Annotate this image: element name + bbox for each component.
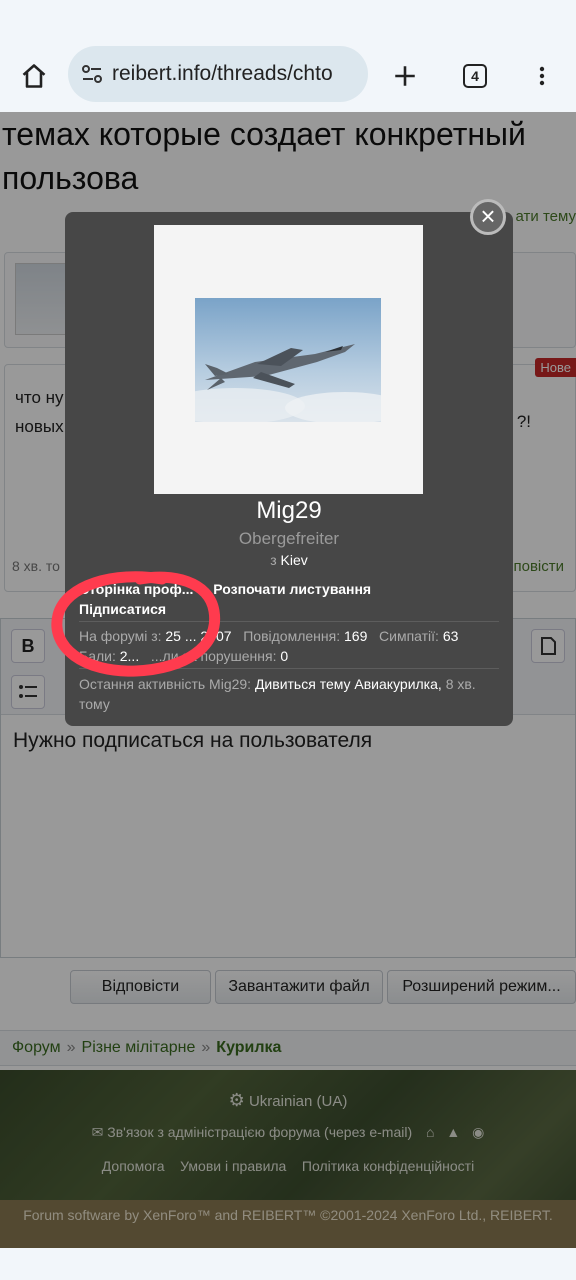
- system-navigation-bar: [0, 1248, 576, 1280]
- messages-label: Повідомлення:: [243, 628, 341, 644]
- last-activity: Остання активність Mig29: Дивиться тему …: [79, 674, 503, 714]
- start-conversation-link[interactable]: Розпочати листування: [213, 581, 371, 597]
- plus-icon: [395, 66, 415, 86]
- member-username[interactable]: Mig29: [65, 497, 513, 525]
- browser-menu-button[interactable]: [518, 52, 566, 100]
- status-bar: [0, 0, 576, 40]
- profile-page-link[interactable]: Сторінка проф...: [79, 581, 193, 597]
- tab-switcher-button[interactable]: 4: [451, 52, 499, 100]
- fighter-jet-photo: [195, 298, 381, 422]
- member-rank: Obergefreiter: [238, 529, 340, 548]
- location-link[interactable]: Kiev: [281, 552, 308, 568]
- home-icon: [22, 64, 46, 88]
- divider: [79, 668, 499, 669]
- likes-value: 63: [442, 628, 459, 644]
- member-avatar[interactable]: [154, 225, 423, 494]
- member-actions: Сторінка проф... Розпочати листування Пі…: [79, 579, 499, 619]
- url-text: reibert.info/threads/chto: [112, 62, 333, 85]
- close-icon: ×: [480, 201, 496, 231]
- joined-value: 25 ... 2007: [165, 628, 232, 644]
- more-vertical-icon: [539, 66, 545, 86]
- warnings-value: 0: [280, 648, 289, 664]
- joined-label: На форумі з:: [79, 628, 162, 644]
- new-tab-button[interactable]: [381, 52, 429, 100]
- member-tooltip: Mig29 Obergefreiter з Kiev Сторінка проф…: [65, 212, 513, 726]
- likes-label: Симпатії:: [379, 628, 439, 644]
- browser-toolbar: reibert.info/threads/chto 4: [0, 40, 576, 112]
- subscribe-link[interactable]: Підписатися: [79, 599, 499, 619]
- member-location: з Kiev: [65, 552, 513, 568]
- points-label: Бали:: [79, 648, 116, 664]
- location-prefix: з: [270, 552, 277, 568]
- home-button[interactable]: [10, 52, 58, 100]
- member-stats: На форумі з: 25 ... 2007 Повідомлення: 1…: [79, 626, 499, 666]
- site-settings-icon[interactable]: [80, 62, 104, 86]
- address-bar[interactable]: reibert.info/threads/chto: [68, 46, 368, 102]
- warnings-label: ...ли за порушення:: [150, 648, 277, 664]
- messages-value[interactable]: 169: [344, 628, 367, 644]
- points-value[interactable]: 2...: [120, 648, 139, 664]
- tab-count: 4: [463, 64, 487, 88]
- activity-value[interactable]: Дивиться тему Авиакурилка,: [255, 676, 442, 692]
- divider: [79, 621, 499, 622]
- close-tooltip-button[interactable]: ×: [470, 199, 506, 235]
- activity-label: Остання активність Mig29:: [79, 676, 252, 692]
